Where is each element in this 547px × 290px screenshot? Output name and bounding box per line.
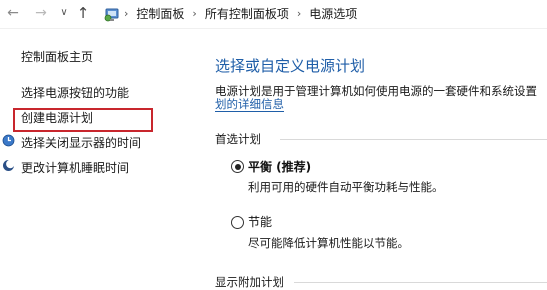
- sidebar-item-control-panel-home[interactable]: 控制面板主页: [21, 48, 93, 65]
- power-saver-plan-name[interactable]: 节能: [248, 213, 272, 230]
- forward-arrow-icon[interactable]: →: [34, 4, 48, 22]
- power-saver-plan-description: 尽可能降低计算机性能以节能。: [248, 236, 409, 250]
- radio-selected-dot: [234, 163, 241, 170]
- sleep-moon-icon: [3, 159, 15, 171]
- breadcrumb: › 控制面板 › 所有控制面板项 › 电源选项: [124, 4, 357, 22]
- control-panel-icon: [104, 8, 119, 22]
- breadcrumb-power-options[interactable]: 电源选项: [309, 5, 357, 22]
- display-timer-icon: [2, 134, 15, 147]
- breadcrumb-separator-icon[interactable]: ›: [192, 7, 196, 20]
- preferred-plans-label: 首选计划: [215, 132, 261, 146]
- show-additional-plans-label[interactable]: 显示附加计划: [215, 274, 284, 290]
- up-arrow-icon[interactable]: ↑: [76, 4, 90, 22]
- section-divider: [294, 282, 547, 283]
- main-content: 选择或自定义电源计划 电源计划是用于管理计算机如何使用电源的一套硬件和系统设置 …: [200, 28, 547, 290]
- breadcrumb-separator-icon[interactable]: ›: [297, 7, 301, 20]
- address-bar: ← → ∨ ↑ › 控制面板 › 所有控制面板项 › 电源选项: [0, 0, 547, 29]
- sidebar-item-display-off-time[interactable]: 选择关闭显示器的时间: [21, 134, 141, 151]
- section-divider: [280, 139, 547, 140]
- balanced-plan-name[interactable]: 平衡 (推荐): [248, 158, 311, 175]
- breadcrumb-all-items[interactable]: 所有控制面板项: [205, 5, 289, 22]
- sidebar: 控制面板主页 选择电源按钮的功能 创建电源计划 选择关闭显示器的时间 更改计算机…: [0, 28, 200, 290]
- balanced-plan-description: 利用可用的硬件自动平衡功耗与性能。: [248, 180, 444, 194]
- breadcrumb-separator-icon[interactable]: ›: [124, 7, 128, 20]
- sidebar-item-power-button-function[interactable]: 选择电源按钮的功能: [21, 84, 129, 101]
- recent-locations-chevron-icon[interactable]: ∨: [58, 4, 70, 22]
- balanced-plan-radio[interactable]: [231, 160, 244, 173]
- back-arrow-icon[interactable]: ←: [6, 4, 20, 22]
- plan-details-link[interactable]: 划的详细信息: [215, 98, 284, 112]
- page-title: 选择或自定义电源计划: [215, 57, 366, 75]
- breadcrumb-control-panel[interactable]: 控制面板: [136, 5, 184, 22]
- power-saver-plan-radio[interactable]: [231, 216, 244, 229]
- sidebar-item-sleep-time[interactable]: 更改计算机睡眠时间: [21, 159, 129, 176]
- sidebar-item-create-power-plan[interactable]: 创建电源计划: [21, 109, 93, 126]
